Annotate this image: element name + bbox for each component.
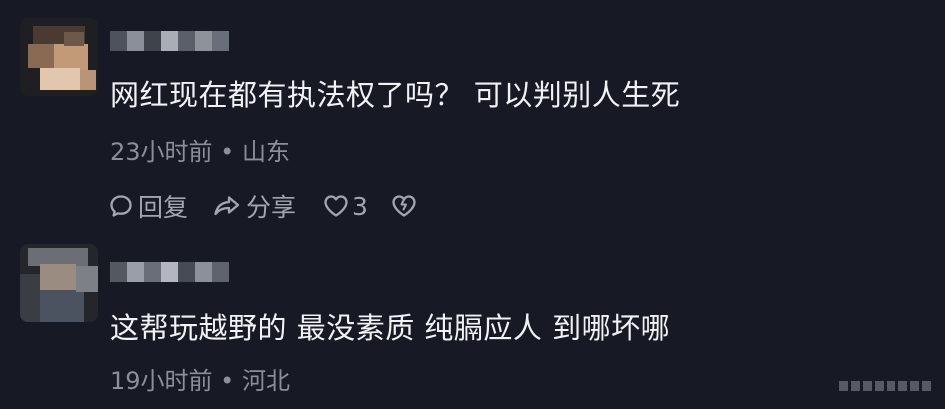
- comment-item-1: 网红现在都有执法权了吗？ 可以判别人生死 23小时前 • 山东 回复 分享 3: [0, 0, 945, 240]
- heart-outline-icon: [322, 193, 350, 219]
- username-blurred[interactable]: [110, 31, 229, 51]
- avatar[interactable]: [20, 244, 98, 322]
- username-blurred[interactable]: [110, 262, 229, 282]
- reply-button[interactable]: 回复: [108, 188, 188, 224]
- comment-meta: 19小时前 • 河北: [110, 367, 290, 395]
- like-count: 3: [352, 191, 368, 221]
- comment-meta: 23小时前 • 山东: [110, 138, 290, 166]
- comment-item-2: 这帮玩越野的 最没素质 纯膈应人 到哪坏哪 19小时前 • 河北: [0, 240, 945, 409]
- watermark-blurred: [839, 377, 931, 395]
- share-arrow-icon: [212, 193, 242, 219]
- comment-text: 这帮玩越野的 最没素质 纯膈应人 到哪坏哪: [110, 311, 671, 345]
- broken-heart-icon: [390, 193, 418, 219]
- comment-bubble-icon: [108, 193, 134, 219]
- reply-label: 回复: [138, 193, 189, 222]
- like-button[interactable]: 3: [322, 192, 368, 221]
- share-label: 分享: [246, 193, 297, 222]
- comment-text: 网红现在都有执法权了吗？ 可以判别人生死: [110, 78, 681, 112]
- share-button[interactable]: 分享: [212, 188, 296, 224]
- avatar[interactable]: [20, 18, 98, 96]
- comment-actions: 回复 分享 3: [108, 189, 418, 223]
- dislike-button[interactable]: [390, 193, 418, 219]
